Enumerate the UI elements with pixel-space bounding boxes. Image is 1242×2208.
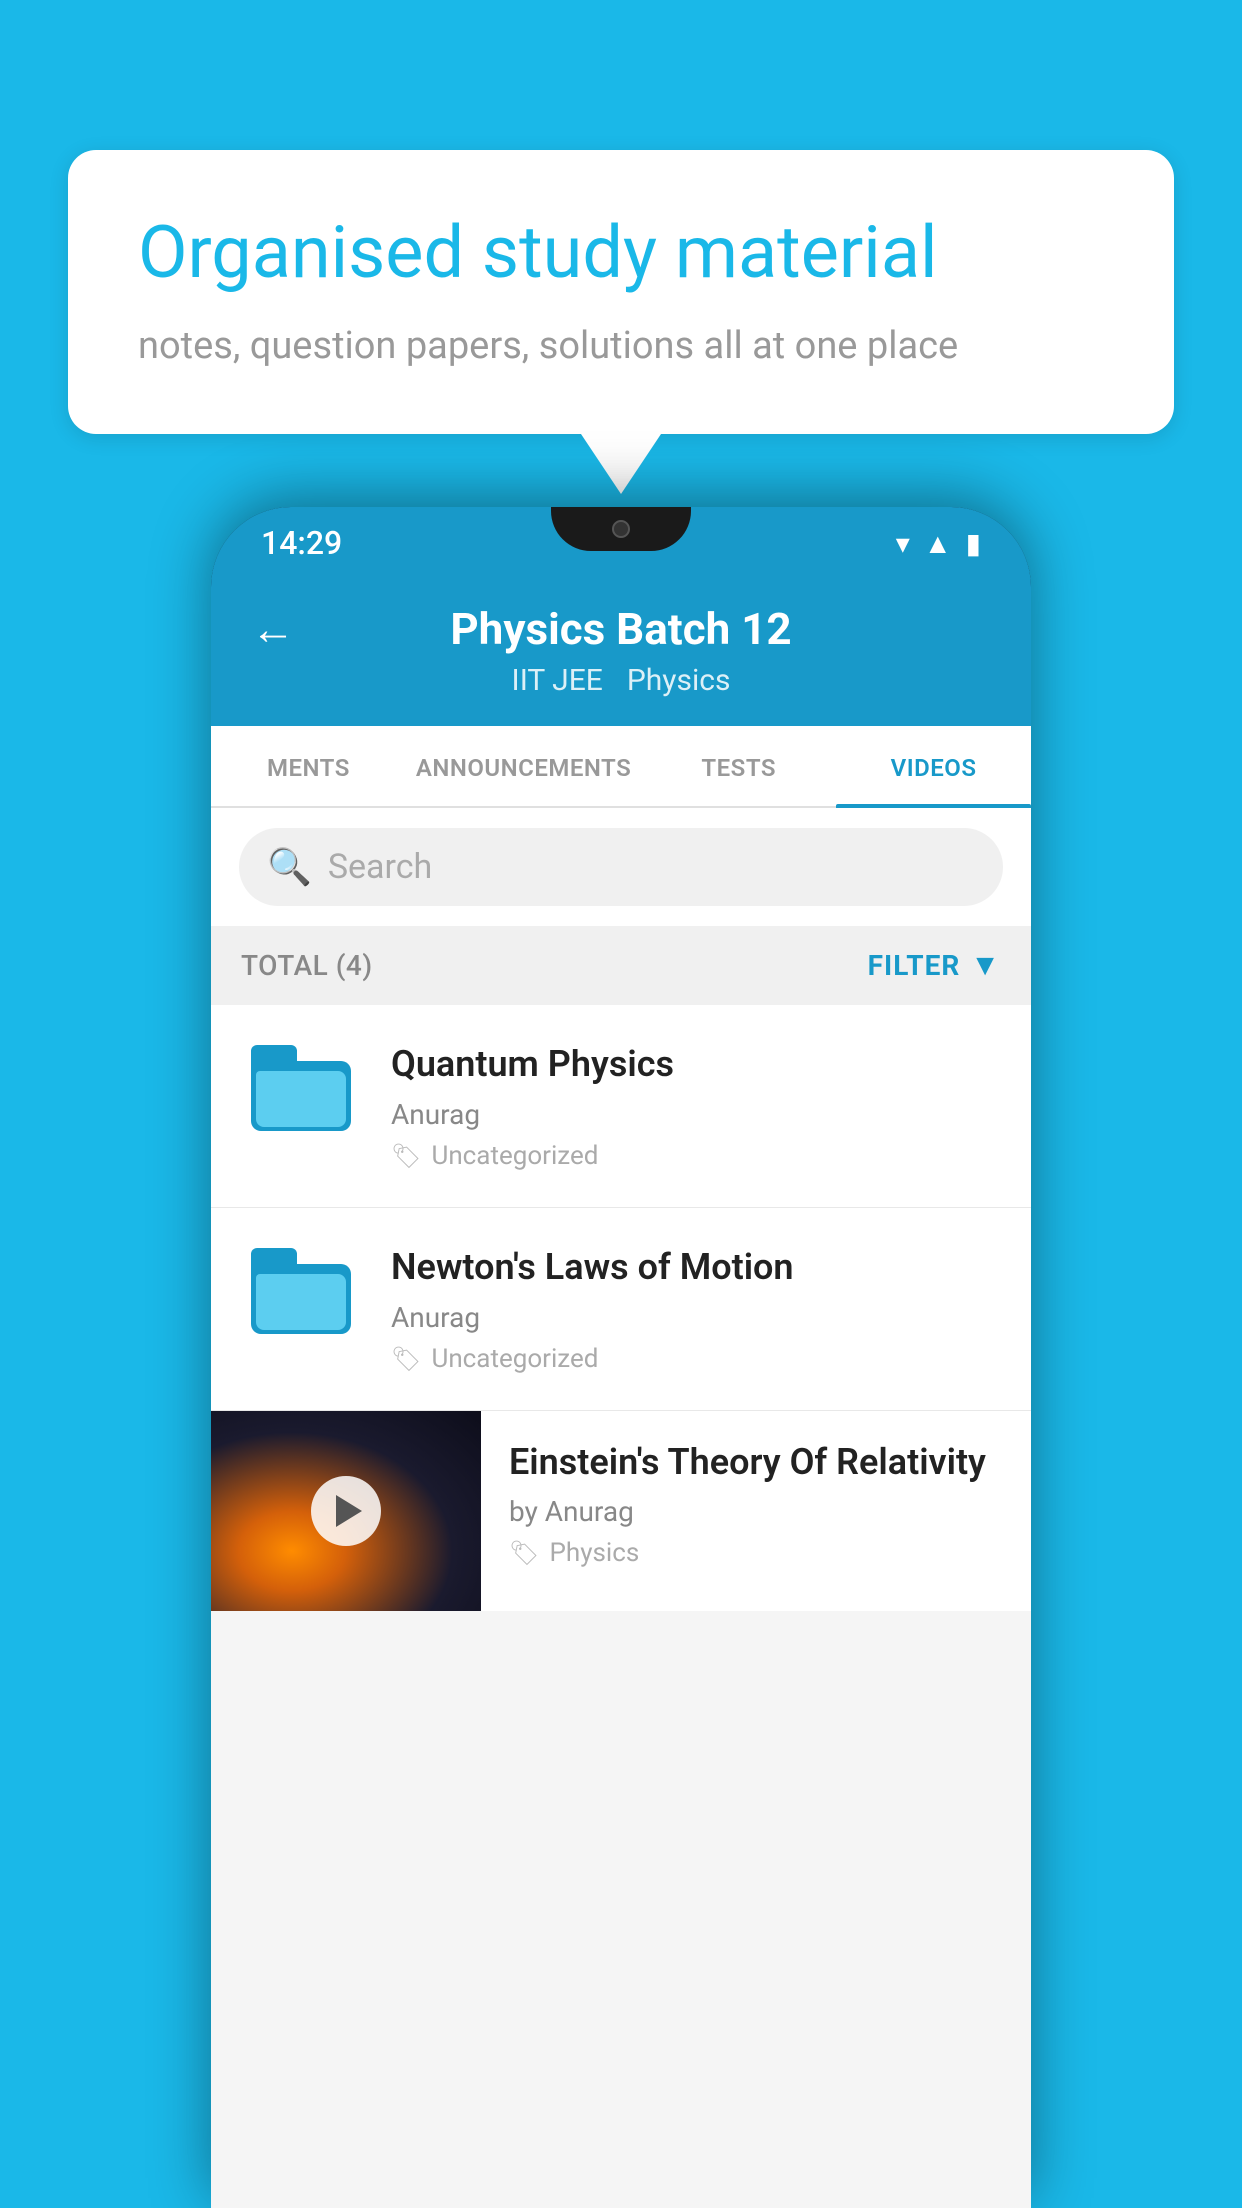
signal-icon: ▲	[924, 527, 952, 560]
phone-content: 🔍 Search TOTAL (4) FILTER ▼	[211, 808, 1031, 2208]
speech-bubble-title: Organised study material	[138, 210, 1104, 296]
folder-front-1	[256, 1071, 346, 1127]
notch	[551, 507, 691, 551]
camera-dot	[612, 520, 630, 538]
tag-icon-2: 🏷	[391, 1345, 421, 1373]
search-placeholder: Search	[328, 847, 432, 887]
filter-icon: ▼	[970, 948, 1001, 983]
video-author-1: Anurag	[391, 1098, 1001, 1131]
video-info-3: Einstein's Theory Of Relativity by Anura…	[481, 1411, 1031, 1589]
list-item[interactable]: Newton's Laws of Motion Anurag 🏷 Uncateg…	[211, 1208, 1031, 1411]
video-list: Quantum Physics Anurag 🏷 Uncategorized	[211, 1005, 1031, 1611]
tag-label-3: Physics	[549, 1538, 639, 1568]
speech-bubble-subtitle: notes, question papers, solutions all at…	[138, 320, 1104, 373]
video-tag-2: 🏷 Uncategorized	[391, 1344, 1001, 1374]
tag-icon-1: 🏷	[391, 1142, 421, 1170]
app-bar-tags: IIT JEE Physics	[512, 663, 731, 698]
status-bar: 14:29 ▾ ▲ ▮	[211, 507, 1031, 579]
video-title-3: Einstein's Theory Of Relativity	[509, 1439, 1003, 1486]
tag-icon-3: 🏷	[509, 1539, 539, 1567]
play-triangle-3	[336, 1495, 362, 1527]
video-title-1: Quantum Physics	[391, 1041, 1001, 1088]
video-info-2: Newton's Laws of Motion Anurag 🏷 Uncateg…	[391, 1244, 1001, 1374]
video-tag-1: 🏷 Uncategorized	[391, 1141, 1001, 1171]
tab-ments[interactable]: MENTS	[211, 726, 406, 806]
video-thumb-2	[241, 1244, 361, 1344]
app-bar-tag-physics: Physics	[627, 663, 731, 698]
speech-bubble: Organised study material notes, question…	[68, 150, 1174, 434]
search-bar-container: 🔍 Search	[211, 808, 1031, 926]
app-bar-tag-iitjee: IIT JEE	[512, 663, 603, 698]
folder-icon-2	[251, 1254, 351, 1334]
list-item[interactable]: Einstein's Theory Of Relativity by Anura…	[211, 1411, 1031, 1611]
back-button[interactable]: ←	[251, 603, 295, 655]
speech-bubble-container: Organised study material notes, question…	[68, 150, 1174, 494]
tab-tests[interactable]: TESTS	[641, 726, 836, 806]
filter-button[interactable]: FILTER ▼	[868, 948, 1001, 983]
tab-announcements[interactable]: ANNOUNCEMENTS	[406, 726, 641, 806]
wifi-icon: ▾	[896, 527, 910, 560]
total-label: TOTAL (4)	[241, 949, 373, 982]
play-button-3[interactable]	[311, 1476, 381, 1546]
status-time: 14:29	[261, 524, 342, 562]
app-bar: ← Physics Batch 12 IIT JEE Physics	[211, 579, 1031, 726]
status-icons: ▾ ▲ ▮	[896, 527, 981, 560]
phone-frame: 14:29 ▾ ▲ ▮ ← Physics Batch 12 IIT JEE P…	[211, 507, 1031, 2208]
video-tag-3: 🏷 Physics	[509, 1538, 1003, 1568]
speech-bubble-arrow	[581, 434, 661, 494]
video-thumbnail-img-3	[211, 1411, 481, 1611]
tab-videos[interactable]: VIDEOS	[836, 726, 1031, 806]
filter-label: FILTER	[868, 949, 961, 982]
video-title-2: Newton's Laws of Motion	[391, 1244, 1001, 1291]
tabs-container: MENTS ANNOUNCEMENTS TESTS VIDEOS	[211, 726, 1031, 808]
tag-label-2: Uncategorized	[431, 1344, 598, 1374]
video-author-3: by Anurag	[509, 1495, 1003, 1528]
app-bar-title: Physics Batch 12	[450, 603, 791, 655]
folder-front-2	[256, 1274, 346, 1330]
search-icon: 🔍	[267, 846, 312, 888]
video-author-2: Anurag	[391, 1301, 1001, 1334]
search-bar[interactable]: 🔍 Search	[239, 828, 1003, 906]
folder-icon-1	[251, 1051, 351, 1131]
tag-label-1: Uncategorized	[431, 1141, 598, 1171]
video-info-1: Quantum Physics Anurag 🏷 Uncategorized	[391, 1041, 1001, 1171]
filter-bar: TOTAL (4) FILTER ▼	[211, 926, 1031, 1005]
list-item[interactable]: Quantum Physics Anurag 🏷 Uncategorized	[211, 1005, 1031, 1208]
battery-icon: ▮	[966, 527, 981, 560]
video-thumb-1	[241, 1041, 361, 1141]
